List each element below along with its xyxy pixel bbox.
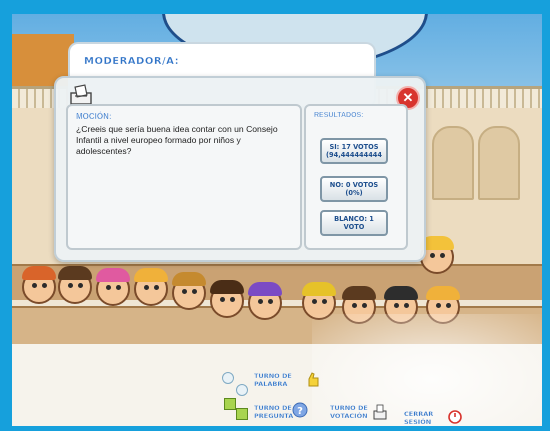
child-avatar <box>58 266 92 304</box>
result-si-button[interactable]: SI: 17 VOTOS (94,444444444 <box>320 138 388 164</box>
svg-text:?: ? <box>297 406 303 417</box>
motion-panel: MOCIÓN: ¿Creeis que sería buena idea con… <box>66 104 302 250</box>
vote-results-dialog: ✕ MOCIÓN: ¿Creeis que sería buena idea c… <box>54 76 426 262</box>
scroll-up-button[interactable] <box>222 372 234 384</box>
photo-frame: MODERADOR/A: ✕ MOCIÓN: ¿Creeis que sería… <box>0 0 550 431</box>
thumb-up-icon[interactable] <box>306 372 320 388</box>
child-avatar <box>96 268 130 306</box>
chamber-arch <box>432 126 474 200</box>
child-avatar <box>172 272 206 310</box>
chamber-arch <box>478 126 520 200</box>
turno-palabra-label[interactable]: TURNO DE PALABRA <box>254 372 304 388</box>
child-avatar <box>134 268 168 306</box>
cerrar-sesion-label[interactable]: CERRAR SESIÓN <box>404 410 446 426</box>
scroll-down-button[interactable] <box>236 384 248 396</box>
toggle-button[interactable] <box>236 408 248 420</box>
motion-text: ¿Creeis que sería buena idea contar con … <box>76 124 278 156</box>
child-avatar <box>210 280 244 318</box>
results-panel: RESULTADOS: SI: 17 VOTOS (94,444444444 N… <box>304 104 408 250</box>
toggle-button[interactable] <box>224 398 236 410</box>
ballot-box-icon <box>70 84 92 105</box>
result-no-button[interactable]: NO: 0 VOTOS (0%) <box>320 176 388 202</box>
child-avatar <box>248 282 282 320</box>
power-icon[interactable] <box>448 410 462 424</box>
results-label: RESULTADOS: <box>314 112 364 119</box>
result-blanco-button[interactable]: BLANCO: 1 VOTO <box>320 210 388 236</box>
child-avatar <box>22 266 56 304</box>
vote-box-icon[interactable] <box>372 404 388 420</box>
motion-label: MOCIÓN: <box>76 112 112 121</box>
question-icon[interactable]: ? <box>292 402 308 418</box>
turno-votacion-label[interactable]: TURNO DE VOTACIÓN <box>330 404 370 420</box>
moderator-title: MODERADOR/A: <box>84 56 180 67</box>
